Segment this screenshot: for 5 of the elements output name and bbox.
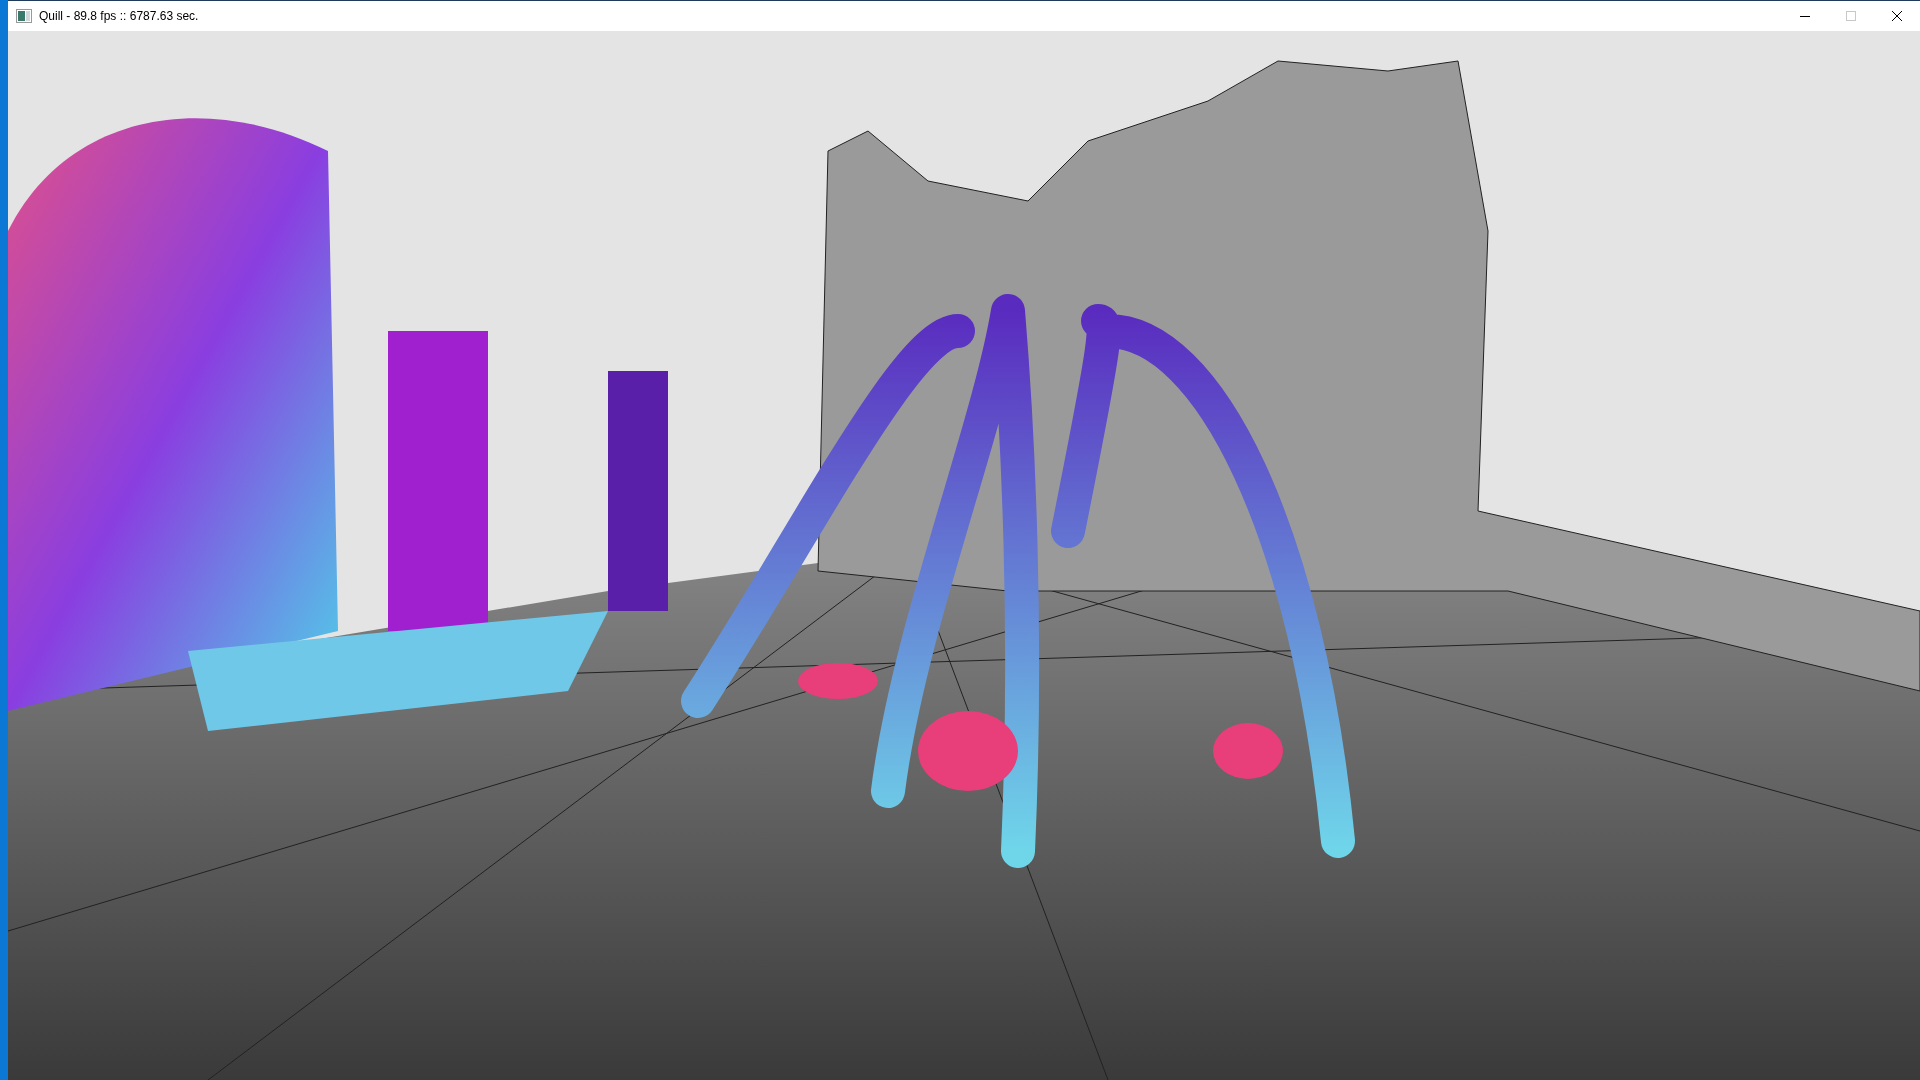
close-icon xyxy=(1892,11,1902,21)
minimize-icon xyxy=(1800,15,1810,17)
app-icon xyxy=(16,9,32,23)
window-title: Quill - 89.8 fps :: 6787.63 sec. xyxy=(39,9,200,23)
maximize-icon xyxy=(1846,11,1856,21)
